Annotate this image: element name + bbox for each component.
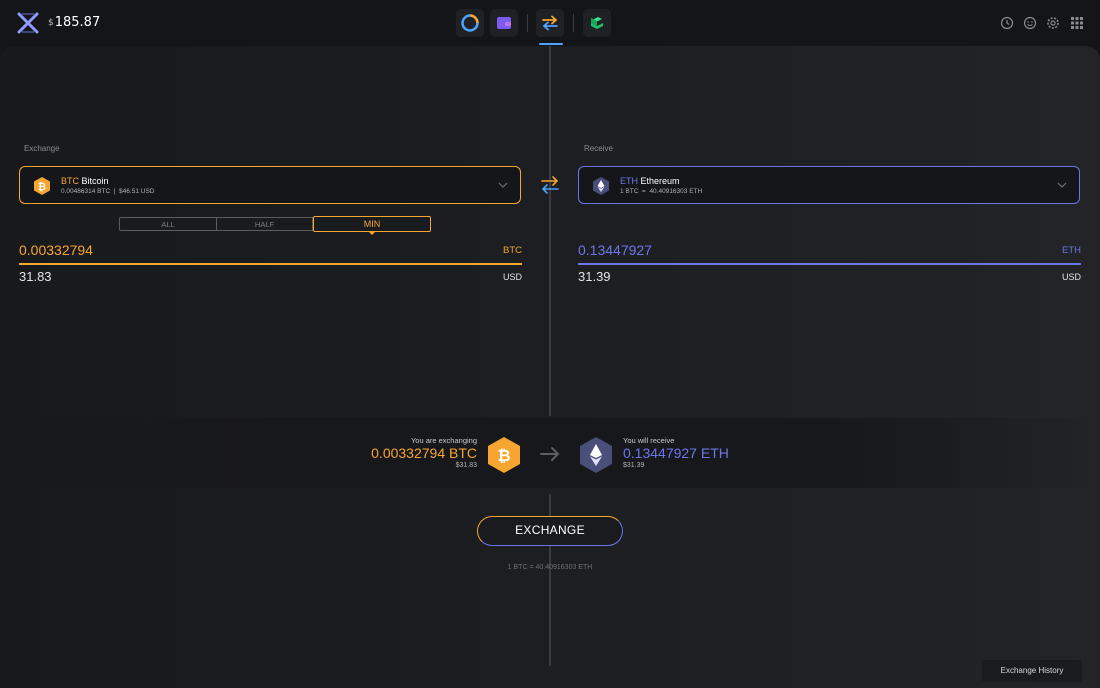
staking-tab[interactable] <box>583 9 611 37</box>
receive-coin-select[interactable]: ETH Ethereum 1 BTC = 40.40916303 ETH <box>578 166 1080 204</box>
top-bar: $185.87 <box>0 0 1100 46</box>
arrow-right-icon <box>540 447 560 461</box>
portfolio-balance: $185.87 <box>48 15 100 30</box>
receive-usd-unit: USD <box>1061 272 1081 282</box>
balance-value: 185.87 <box>54 15 101 30</box>
active-tab-indicator <box>539 43 563 45</box>
center-divider <box>549 46 551 416</box>
receive-amount-underline <box>578 263 1081 265</box>
receive-coin-fullname: Ethereum <box>640 176 680 186</box>
receive-coin-name: ETH Ethereum <box>620 176 680 186</box>
amount-tab-half[interactable]: HALF <box>217 217 313 231</box>
exchange-button[interactable]: EXCHANGE <box>477 516 623 546</box>
swap-direction-icon[interactable] <box>540 174 560 196</box>
exchange-coin-fullname: Bitcoin <box>81 176 109 186</box>
receive-summary-amount: 0.13447927 ETH <box>623 445 729 461</box>
exchanging-amount: 0.00332794 BTC <box>371 445 477 461</box>
exchange-icon <box>542 15 558 31</box>
ethereum-icon <box>593 177 609 195</box>
smiley-icon[interactable] <box>1023 16 1037 30</box>
exchange-label: Exchange <box>24 144 60 153</box>
exchange-rate-text: 1 BTC = 40.40916303 ETH <box>507 564 593 571</box>
amount-tab-all[interactable]: ALL <box>119 217 217 231</box>
amount-preset-tabs: ALL HALF MIN <box>119 216 431 235</box>
exchange-coin-name: BTC Bitcoin <box>61 176 109 186</box>
app-logo-icon[interactable] <box>16 11 40 35</box>
receive-label: Receive <box>584 144 613 153</box>
exchange-history-button[interactable]: Exchange History <box>982 660 1082 682</box>
chevron-down-icon <box>498 182 508 188</box>
nav-separator <box>527 14 528 32</box>
nav-separator <box>573 14 574 32</box>
bitcoin-icon: ₿ <box>488 437 520 473</box>
exchange-amount-unit: BTC <box>503 245 522 256</box>
exchanging-label: You are exchanging <box>410 436 477 445</box>
receive-amount-input[interactable]: 0.13447927 <box>578 242 652 258</box>
exchange-usd-input[interactable]: 31.83 <box>19 269 52 284</box>
currency-symbol: $ <box>48 18 54 28</box>
receive-amount-unit: ETH <box>1062 245 1081 256</box>
amount-tab-min[interactable]: MIN <box>313 216 431 235</box>
wallet-icon <box>497 17 511 29</box>
receive-summary-label: You will receive <box>623 436 675 445</box>
chevron-down-icon <box>1057 182 1067 188</box>
svg-text:₿: ₿ <box>38 181 46 193</box>
gear-icon[interactable] <box>1046 16 1060 30</box>
exchange-coin-balance: 0.00486314 BTC | $46.51 USD <box>61 188 155 195</box>
svg-text:₿: ₿ <box>497 446 510 465</box>
bitcoin-icon: ₿ <box>34 177 50 195</box>
history-icon[interactable] <box>1000 16 1014 30</box>
exchange-tab[interactable] <box>536 9 564 37</box>
portfolio-icon <box>461 14 479 32</box>
staking-icon <box>591 17 603 29</box>
exchange-amount-underline <box>19 263 522 265</box>
exchanging-usd: $31.83 <box>455 462 477 469</box>
apps-grid-icon[interactable] <box>1070 16 1084 30</box>
exchange-summary: You are exchanging 0.00332794 BTC $31.83… <box>0 418 1100 488</box>
exchange-panel: Exchange ₿ BTC Bitcoin 0.00486314 BTC | … <box>0 46 1100 688</box>
exchange-amount-input[interactable]: 0.00332794 <box>19 242 93 258</box>
ethereum-icon <box>580 437 612 473</box>
exchange-usd-unit: USD <box>502 272 522 282</box>
receive-coin-ticker: ETH <box>620 176 638 186</box>
portfolio-tab[interactable] <box>456 9 484 37</box>
receive-coin-rate: 1 BTC = 40.40916303 ETH <box>620 188 703 195</box>
exchange-coin-ticker: BTC <box>61 176 79 186</box>
exchange-coin-select[interactable]: ₿ BTC Bitcoin 0.00486314 BTC | $46.51 US… <box>19 166 521 204</box>
wallet-tab[interactable] <box>490 9 518 37</box>
receive-summary-usd: $31.39 <box>623 462 645 469</box>
receive-usd-input[interactable]: 31.39 <box>578 269 611 284</box>
